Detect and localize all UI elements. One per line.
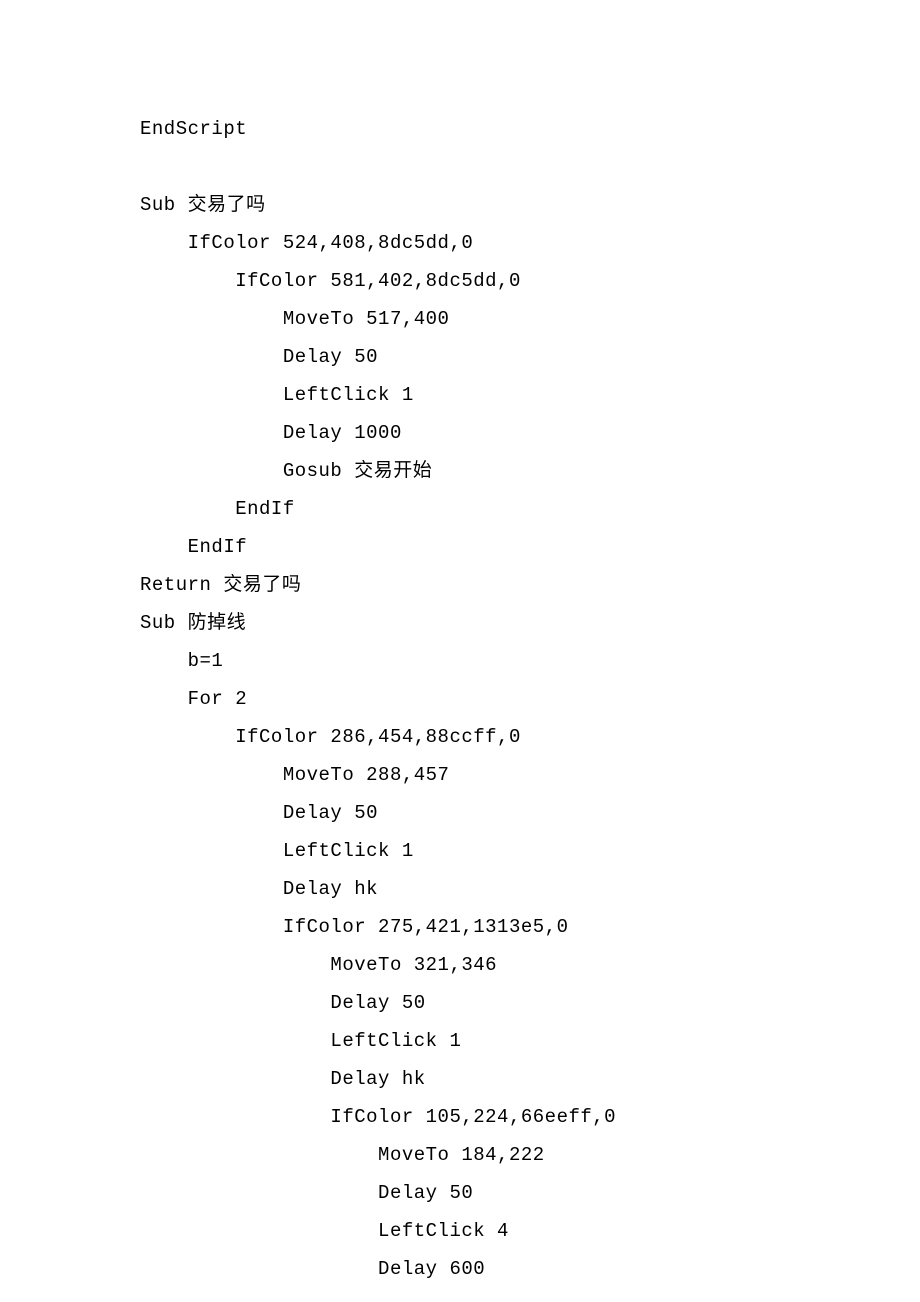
code-line: Delay 50 xyxy=(140,1174,920,1212)
code-line: MoveTo 321,346 xyxy=(140,946,920,984)
code-line: LeftClick 1 xyxy=(140,1022,920,1060)
code-line: EndScript xyxy=(140,110,920,148)
code-line xyxy=(140,148,920,186)
code-line: IfColor 286,454,88ccff,0 xyxy=(140,718,920,756)
code-line: b=1 xyxy=(140,642,920,680)
code-line: EndIf xyxy=(140,490,920,528)
code-line: For 2 xyxy=(140,680,920,718)
code-line: IfColor 275,421,1313e5,0 xyxy=(140,908,920,946)
code-line: Sub 防掉线 xyxy=(140,604,920,642)
code-line: LeftClick 1 xyxy=(140,376,920,414)
code-line: MoveTo 288,457 xyxy=(140,756,920,794)
code-line: IfColor 524,408,8dc5dd,0 xyxy=(140,224,920,262)
code-line: IfColor 105,224,66eeff,0 xyxy=(140,1098,920,1136)
code-line: IfColor 581,402,8dc5dd,0 xyxy=(140,262,920,300)
code-line: Delay 50 xyxy=(140,338,920,376)
code-line: MoveTo 184,222 xyxy=(140,1136,920,1174)
document-page: EndScript Sub 交易了吗 IfColor 524,408,8dc5d… xyxy=(0,0,920,1302)
code-line: EndIf xyxy=(140,528,920,566)
code-line: Delay 1000 xyxy=(140,414,920,452)
code-line: Sub 交易了吗 xyxy=(140,186,920,224)
code-line: LeftClick 4 xyxy=(140,1212,920,1250)
code-line: Delay 600 xyxy=(140,1250,920,1288)
code-line: MoveTo 517,400 xyxy=(140,300,920,338)
code-line: Return 交易了吗 xyxy=(140,566,920,604)
code-line: LeftClick 1 xyxy=(140,832,920,870)
code-line: Delay 50 xyxy=(140,794,920,832)
code-line: Delay 50 xyxy=(140,984,920,1022)
code-line: Delay hk xyxy=(140,870,920,908)
code-block: EndScript Sub 交易了吗 IfColor 524,408,8dc5d… xyxy=(140,110,920,1288)
code-line: Delay hk xyxy=(140,1060,920,1098)
code-line: Gosub 交易开始 xyxy=(140,452,920,490)
